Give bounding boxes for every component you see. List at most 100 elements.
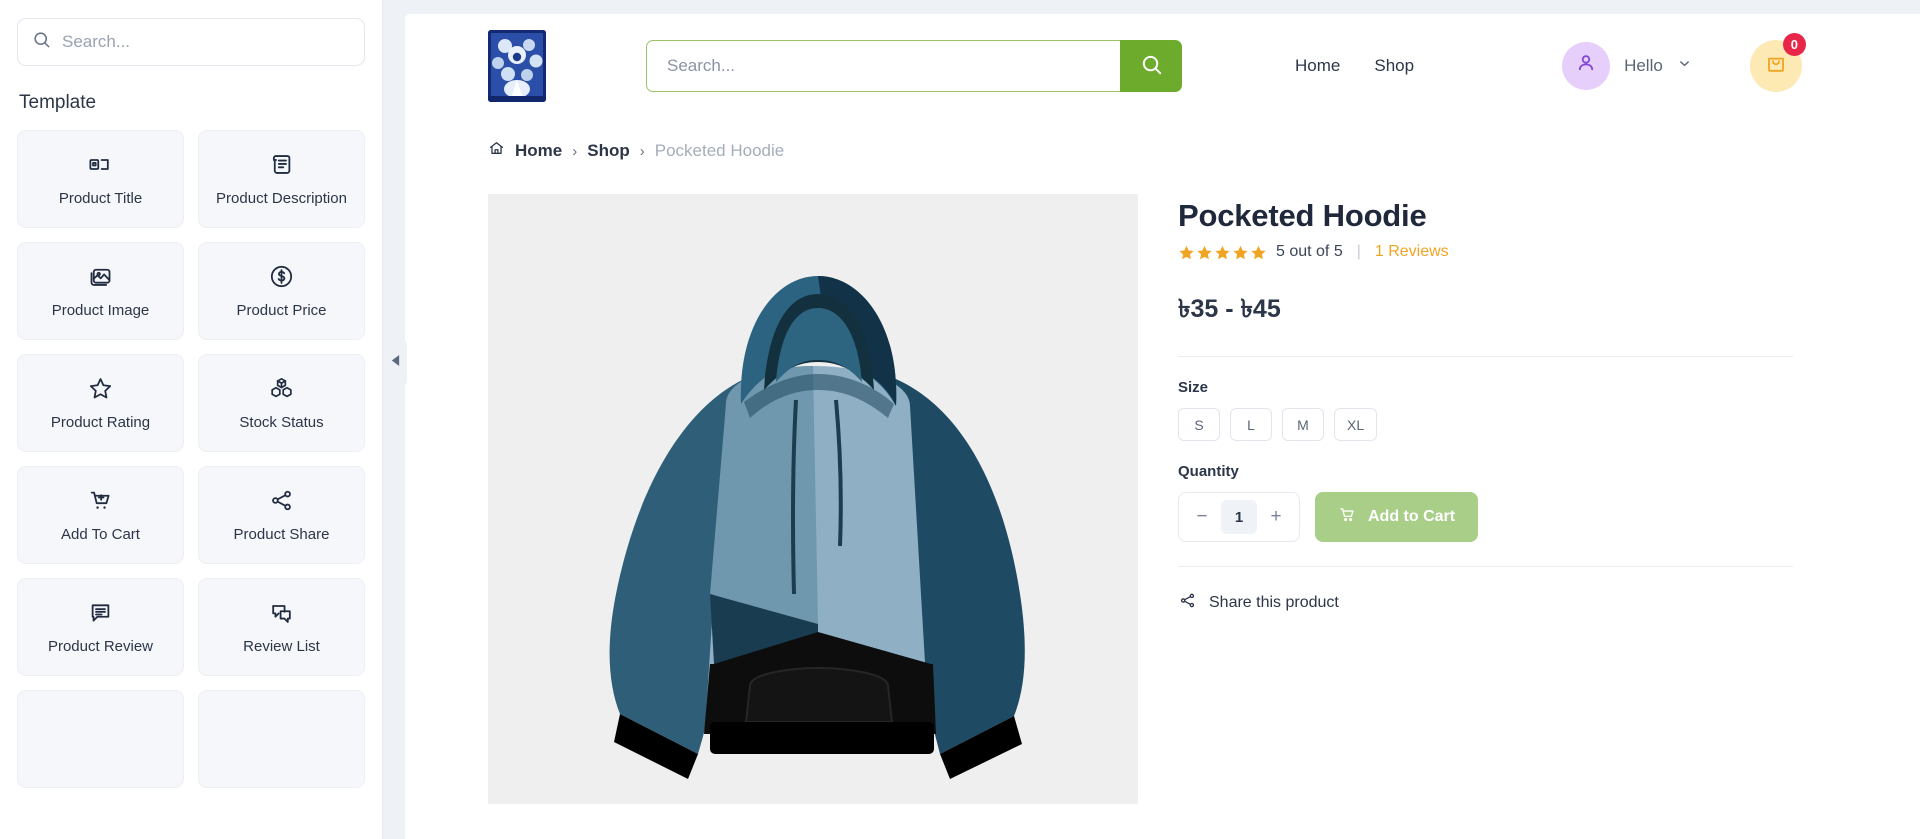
boxes-stack-icon [268,375,295,402]
widget-partial-right[interactable] [198,690,365,788]
chevron-left-icon [390,354,401,372]
cart-icon [1338,505,1357,529]
widget-product-rating[interactable]: Product Rating [17,354,184,452]
product-rating: 5 out of 5 | 1 Reviews [1178,243,1830,261]
widget-label: Add To Cart [61,525,140,543]
widget-label: Product Rating [50,413,151,431]
cart-area: 0 [1749,32,1806,92]
widget-label: Product Price [236,301,327,319]
share-nodes-icon [1178,591,1197,615]
quantity-increment-button[interactable]: + [1259,493,1293,541]
app-root: Search... Template Product Title Product… [0,0,1920,839]
quantity-row: − 1 + Add to Cart [1178,492,1830,542]
widget-add-to-cart[interactable]: Add To Cart [17,466,184,564]
header-search-input[interactable] [646,39,1120,92]
cart-plus-icon [87,487,114,514]
breadcrumb-separator: › [639,142,645,160]
star-icon [1197,245,1212,259]
size-option-m[interactable]: M [1282,408,1324,441]
editor-canvas: Home Shop Hello [383,0,1920,839]
breadcrumb-item-shop[interactable]: Shop [587,141,630,161]
template-section-header[interactable]: Template [17,92,365,114]
widget-review-list[interactable]: Review List [198,578,365,676]
widget-product-price[interactable]: Product Price [198,242,365,340]
rating-stars [1178,244,1267,261]
quantity-value[interactable]: 1 [1221,500,1257,534]
widget-product-review[interactable]: Product Review [17,578,184,676]
product-price: ৳35 - ৳45 [1178,295,1281,323]
breadcrumb-separator: › [572,142,578,160]
site-logo[interactable] [488,29,546,102]
logo-artwork [488,29,546,102]
add-to-cart-label: Add to Cart [1368,508,1456,525]
quantity-decrement-button[interactable]: − [1185,493,1219,541]
widget-label: Stock Status [239,413,324,431]
product-image [488,194,1138,804]
sidebar-search[interactable]: Search... [17,18,365,66]
size-option-xl[interactable]: XL [1334,408,1378,441]
share-label: Share this product [1209,594,1339,611]
user-icon [1574,51,1598,80]
widget-product-title[interactable]: Product Title [17,130,184,228]
product-gallery[interactable] [488,194,1138,804]
widget-grid: Product Title Product Description Produc… [17,130,365,788]
rating-text: 5 out of 5 [1276,243,1343,260]
product-info: Pocketed Hoodie 5 out of 5 | 1 Reviews ৳… [1178,194,1920,804]
add-to-cart-button[interactable]: Add to Cart [1315,492,1479,542]
product-title: Pocketed Hoodie [1178,198,1427,233]
home-icon [488,140,505,162]
rating-divider: | [1356,243,1361,260]
breadcrumb: Home › Shop › Pocketed Hoodie [405,117,1920,162]
reviews-link[interactable]: 1 Reviews [1375,243,1449,261]
star-icon [1251,245,1266,259]
header-nav: Home Shop [1295,56,1414,76]
comment-lines-icon [87,599,114,626]
comments-double-icon [268,599,295,626]
size-option-l[interactable]: L [1230,408,1272,441]
user-menu[interactable]: Hello [1562,41,1692,90]
chevron-down-icon[interactable] [1677,56,1692,76]
widget-product-share[interactable]: Product Share [198,466,365,564]
product-section: Pocketed Hoodie 5 out of 5 | 1 Reviews ৳… [405,162,1920,804]
sidebar-collapse-handle[interactable] [383,338,407,388]
widget-partial-left[interactable] [17,690,184,788]
star-icon [1215,245,1230,259]
dollar-circle-icon [268,263,295,290]
product-title-icon [87,151,114,178]
widget-product-description[interactable]: Product Description [198,130,365,228]
sidebar-search-placeholder: Search... [62,32,131,51]
widget-label: Product Share [233,525,330,543]
widget-label: Product Image [51,301,150,319]
widgets-sidebar: Search... Template Product Title Product… [0,0,383,839]
search-icon [1140,53,1163,79]
widget-stock-status[interactable]: Stock Status [198,354,365,452]
breadcrumb-item-home[interactable]: Home [515,141,562,161]
cart-count-badge: 0 [1782,32,1806,56]
size-option-s[interactable]: S [1178,408,1220,441]
star-outline-icon [87,375,114,402]
header-search [646,39,1182,92]
user-greeting: Hello [1624,55,1663,75]
nav-item-shop[interactable]: Shop [1374,56,1414,76]
size-options: S L M XL [1178,408,1830,441]
share-nodes-icon [268,487,295,514]
widget-label: Product Review [47,637,154,655]
widget-product-image[interactable]: Product Image [17,242,184,340]
nav-item-home[interactable]: Home [1295,56,1340,76]
image-stack-icon [87,263,114,290]
share-product[interactable]: Share this product [1178,591,1830,615]
storefront-page: Home Shop Hello [405,14,1920,839]
breadcrumb-item-current: Pocketed Hoodie [654,141,785,160]
header-search-button[interactable] [1120,39,1182,92]
scroll-document-icon [268,151,295,178]
quantity-label: Quantity [1178,463,1239,480]
star-icon [1233,245,1248,259]
divider [1178,356,1793,357]
avatar [1562,41,1611,90]
search-icon [32,30,51,54]
chevron-down-icon[interactable] [346,92,363,114]
divider [1178,566,1793,567]
widget-label: Review List [243,637,320,655]
star-icon [1179,245,1194,259]
quantity-stepper: − 1 + [1178,492,1300,542]
